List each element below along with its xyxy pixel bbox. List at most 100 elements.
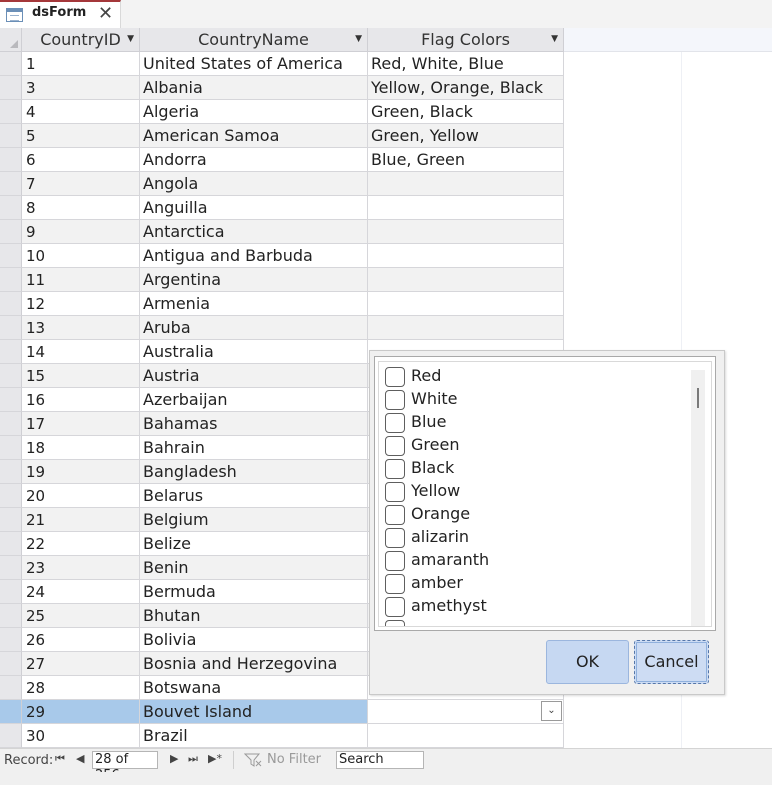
table-row[interactable]: 30 Brazil: [0, 724, 564, 748]
checkbox[interactable]: [385, 482, 405, 502]
cell-countryid[interactable]: 19: [22, 460, 140, 484]
cell-countryid[interactable]: 11: [22, 268, 140, 292]
record-selector[interactable]: [0, 340, 22, 364]
cell-flagcolors[interactable]: [368, 244, 564, 268]
table-row[interactable]: 29 Bouvet Island ⌄: [0, 700, 564, 724]
cell-flagcolors[interactable]: Blue, Green: [368, 148, 564, 172]
cell-countryname[interactable]: Australia: [140, 340, 368, 364]
cell-countryname[interactable]: Belize: [140, 532, 368, 556]
cell-countryid[interactable]: 6: [22, 148, 140, 172]
record-selector[interactable]: [0, 76, 22, 100]
cell-countryid[interactable]: 22: [22, 532, 140, 556]
scrollbar-thumb[interactable]: [697, 388, 699, 408]
cell-countryid[interactable]: 12: [22, 292, 140, 316]
cell-countryname[interactable]: Bahamas: [140, 412, 368, 436]
list-item[interactable]: amethyst: [385, 595, 685, 618]
record-selector[interactable]: [0, 628, 22, 652]
cell-countryid[interactable]: 17: [22, 412, 140, 436]
cell-countryid[interactable]: 16: [22, 388, 140, 412]
list-item[interactable]: Blue: [385, 411, 685, 434]
cell-flagcolors[interactable]: Green, Yellow: [368, 124, 564, 148]
cell-flagcolors[interactable]: [368, 292, 564, 316]
list-item[interactable]: alizarin: [385, 526, 685, 549]
record-selector[interactable]: [0, 604, 22, 628]
cell-countryid[interactable]: 5: [22, 124, 140, 148]
checkbox[interactable]: [385, 597, 405, 617]
record-selector[interactable]: [0, 436, 22, 460]
list-item[interactable]: White: [385, 388, 685, 411]
cell-countryid[interactable]: 13: [22, 316, 140, 340]
last-record-icon[interactable]: ⏭: [188, 752, 198, 766]
cell-countryid[interactable]: 14: [22, 340, 140, 364]
record-selector[interactable]: [0, 532, 22, 556]
table-row[interactable]: 13 Aruba: [0, 316, 564, 340]
list-item[interactable]: Red: [385, 365, 685, 388]
chevron-down-icon[interactable]: ▼: [551, 28, 558, 51]
cell-countryname[interactable]: Belgium: [140, 508, 368, 532]
current-record-field[interactable]: 28 of 256: [92, 751, 158, 783]
cell-countryname[interactable]: Antarctica: [140, 220, 368, 244]
record-selector[interactable]: [0, 292, 22, 316]
record-selector[interactable]: [0, 388, 22, 412]
list-item[interactable]: amaranth: [385, 549, 685, 572]
cell-countryname[interactable]: Botswana: [140, 676, 368, 700]
cell-countryname[interactable]: Bahrain: [140, 436, 368, 460]
record-selector[interactable]: [0, 364, 22, 388]
no-filter-button[interactable]: No Filter: [267, 752, 321, 767]
checkbox[interactable]: [385, 574, 405, 594]
record-selector[interactable]: [0, 148, 22, 172]
cell-countryid[interactable]: 20: [22, 484, 140, 508]
record-selector[interactable]: [0, 100, 22, 124]
search-input[interactable]: Search: [336, 751, 424, 769]
list-item[interactable]: Yellow: [385, 480, 685, 503]
record-selector[interactable]: [0, 316, 22, 340]
cell-countryid[interactable]: 28: [22, 676, 140, 700]
list-item[interactable]: [385, 618, 685, 626]
cell-countryname[interactable]: Brazil: [140, 724, 368, 748]
cell-countryid[interactable]: 25: [22, 604, 140, 628]
cell-countryname[interactable]: Algeria: [140, 100, 368, 124]
cell-countryname[interactable]: American Samoa: [140, 124, 368, 148]
record-selector[interactable]: [0, 700, 22, 724]
cell-flagcolors[interactable]: [368, 268, 564, 292]
table-row[interactable]: 6 Andorra Blue, Green: [0, 148, 564, 172]
cell-flagcolors[interactable]: [368, 316, 564, 340]
next-record-icon[interactable]: ▶: [170, 752, 178, 765]
cell-countryid[interactable]: 15: [22, 364, 140, 388]
cell-countryname[interactable]: Bosnia and Herzegovina: [140, 652, 368, 676]
cell-countryname[interactable]: Anguilla: [140, 196, 368, 220]
column-header-flagcolors[interactable]: Flag Colors ▼: [368, 28, 564, 52]
cell-countryid[interactable]: 30: [22, 724, 140, 748]
cell-countryname[interactable]: Belarus: [140, 484, 368, 508]
cell-countryname[interactable]: Antigua and Barbuda: [140, 244, 368, 268]
record-selector[interactable]: [0, 724, 22, 748]
record-selector[interactable]: [0, 220, 22, 244]
close-icon[interactable]: ✕: [98, 3, 113, 24]
table-row[interactable]: 7 Angola: [0, 172, 564, 196]
record-selector[interactable]: [0, 196, 22, 220]
cell-countryname[interactable]: Azerbaijan: [140, 388, 368, 412]
checkbox[interactable]: [385, 413, 405, 433]
cell-countryname[interactable]: Albania: [140, 76, 368, 100]
record-selector[interactable]: [0, 556, 22, 580]
cell-flagcolors[interactable]: Yellow, Orange, Black: [368, 76, 564, 100]
table-row[interactable]: 1 United States of America Red, White, Blu…: [0, 52, 564, 76]
cell-countryid[interactable]: 10: [22, 244, 140, 268]
cell-countryname[interactable]: United States of America: [140, 52, 368, 76]
ok-button[interactable]: OK: [546, 640, 629, 684]
column-header-countryname[interactable]: CountryName ▼: [140, 28, 368, 52]
cell-countryname[interactable]: Benin: [140, 556, 368, 580]
table-row[interactable]: 10 Antigua and Barbuda: [0, 244, 564, 268]
column-header-countryid[interactable]: CountryID ▼: [22, 28, 140, 52]
chevron-down-icon[interactable]: ▼: [355, 28, 362, 51]
previous-record-icon[interactable]: ◀: [76, 752, 84, 765]
list-item[interactable]: amber: [385, 572, 685, 595]
checkbox[interactable]: [385, 528, 405, 548]
chevron-down-icon[interactable]: ▼: [127, 28, 134, 51]
checkbox[interactable]: [385, 459, 405, 479]
cell-countryid[interactable]: 26: [22, 628, 140, 652]
cell-flagcolors[interactable]: [368, 220, 564, 244]
cell-flagcolors[interactable]: [368, 172, 564, 196]
table-row[interactable]: 4 Algeria Green, Black: [0, 100, 564, 124]
cell-countryname[interactable]: Bhutan: [140, 604, 368, 628]
